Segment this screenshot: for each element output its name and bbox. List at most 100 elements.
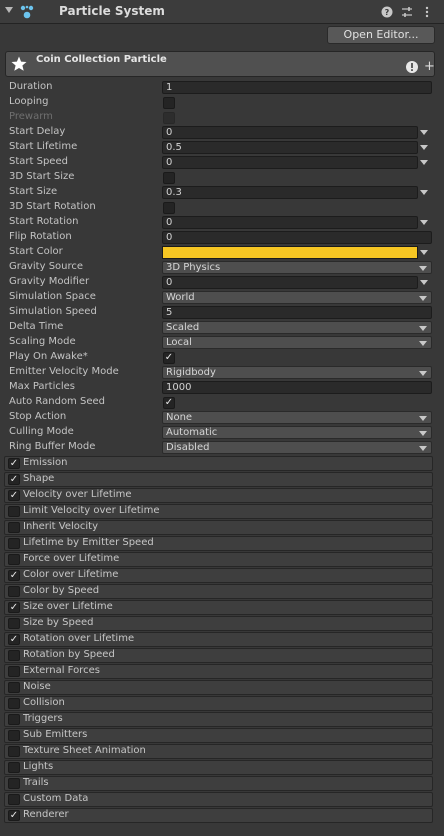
particle-system-header[interactable]: Coin Collection Particle + xyxy=(5,51,435,77)
module-header[interactable]: Texture Sheet Animation xyxy=(4,744,433,759)
curve-mode-dropdown-icon[interactable] xyxy=(420,160,428,165)
module-enabled-checkbox[interactable] xyxy=(8,618,20,629)
foldout-arrow-icon[interactable] xyxy=(5,7,13,13)
play-on-awake-checkbox[interactable]: ✓ xyxy=(163,352,175,364)
module-header[interactable]: Custom Data xyxy=(4,792,433,807)
module-header[interactable]: Collision xyxy=(4,696,433,711)
module-header[interactable]: ✓ Velocity over Lifetime xyxy=(4,488,433,503)
module-header[interactable]: ✓ Emission xyxy=(4,456,433,471)
property-3d-start-rotation: 3D Start Rotation xyxy=(0,200,444,215)
module-enabled-checkbox[interactable] xyxy=(8,698,20,709)
3d-start-size-checkbox[interactable] xyxy=(163,172,175,184)
auto-random-seed-checkbox[interactable]: ✓ xyxy=(163,397,175,409)
module-enabled-checkbox[interactable] xyxy=(8,650,20,661)
module-enabled-checkbox[interactable]: ✓ xyxy=(8,602,20,613)
module-enabled-checkbox[interactable] xyxy=(8,794,20,805)
module-header[interactable]: Limit Velocity over Lifetime xyxy=(4,504,433,519)
start-speed-field[interactable]: 0 xyxy=(162,156,418,169)
module-enabled-checkbox[interactable] xyxy=(8,682,20,693)
duration-field[interactable]: 1 xyxy=(162,81,432,94)
module-header[interactable]: Noise xyxy=(4,680,433,695)
chevron-down-icon xyxy=(419,371,427,376)
gravity-modifier-field[interactable]: 0 xyxy=(162,276,418,289)
module-header[interactable]: Size by Speed xyxy=(4,616,433,631)
module-header[interactable]: Trails xyxy=(4,776,433,791)
module-header[interactable]: Inherit Velocity xyxy=(4,520,433,535)
start-rotation-field[interactable]: 0 xyxy=(162,216,418,229)
start-lifetime-field[interactable]: 0.5 xyxy=(162,141,418,154)
module-header[interactable]: Lifetime by Emitter Speed xyxy=(4,536,433,551)
gravity-source-dropdown[interactable]: 3D Physics xyxy=(162,261,432,274)
module-enabled-checkbox[interactable] xyxy=(8,506,20,517)
max-particles-field[interactable]: 1000 xyxy=(162,381,432,394)
sliders-icon[interactable] xyxy=(400,5,414,19)
property-prewarm: Prewarm xyxy=(0,110,444,125)
module-enabled-checkbox[interactable] xyxy=(8,522,20,533)
module-header[interactable]: Force over Lifetime xyxy=(4,552,433,567)
chevron-down-icon xyxy=(419,431,427,436)
module-enabled-checkbox[interactable] xyxy=(8,538,20,549)
curve-mode-dropdown-icon[interactable] xyxy=(420,220,428,225)
module-header[interactable]: Rotation by Speed xyxy=(4,648,433,663)
module-header[interactable]: Triggers xyxy=(4,712,433,727)
module-enabled-checkbox[interactable] xyxy=(8,746,20,757)
module-enabled-checkbox[interactable]: ✓ xyxy=(8,634,20,645)
color-mode-dropdown-icon[interactable] xyxy=(420,250,428,255)
flip-rotation-field[interactable]: 0 xyxy=(162,231,432,244)
culling-mode-dropdown[interactable]: Automatic xyxy=(162,426,432,439)
open-editor-button[interactable]: Open Editor... xyxy=(327,26,435,44)
add-module-button[interactable]: + xyxy=(424,60,435,74)
component-header: Particle System ? xyxy=(0,0,444,24)
delta-time-dropdown[interactable]: Scaled xyxy=(162,321,432,334)
property-start-size: Start Size 0.3 xyxy=(0,185,444,200)
module-enabled-checkbox[interactable]: ✓ xyxy=(8,474,20,485)
chevron-down-icon xyxy=(419,416,427,421)
module-header[interactable]: Lights xyxy=(4,760,433,775)
alert-icon[interactable] xyxy=(405,60,419,74)
kebab-icon[interactable] xyxy=(420,5,434,19)
module-enabled-checkbox[interactable] xyxy=(8,554,20,565)
curve-mode-dropdown-icon[interactable] xyxy=(420,130,428,135)
module-enabled-checkbox[interactable] xyxy=(8,714,20,725)
curve-mode-dropdown-icon[interactable] xyxy=(420,145,428,150)
chevron-down-icon xyxy=(419,266,427,271)
scaling-mode-dropdown[interactable]: Local xyxy=(162,336,432,349)
looping-checkbox[interactable] xyxy=(163,97,175,109)
chevron-down-icon xyxy=(419,296,427,301)
module-header[interactable]: Sub Emitters xyxy=(4,728,433,743)
curve-mode-dropdown-icon[interactable] xyxy=(420,280,428,285)
module-header[interactable]: ✓ Size over Lifetime xyxy=(4,600,433,615)
3d-start-rotation-checkbox[interactable] xyxy=(163,202,175,214)
module-header[interactable]: External Forces xyxy=(4,664,433,679)
module-enabled-checkbox[interactable]: ✓ xyxy=(8,490,20,501)
ring-buffer-mode-dropdown[interactable]: Disabled xyxy=(162,441,432,454)
property-scaling-mode: Scaling Mode Local xyxy=(0,335,444,350)
particle-system-name: Coin Collection Particle xyxy=(36,54,167,65)
module-enabled-checkbox[interactable]: ✓ xyxy=(8,570,20,581)
stop-action-dropdown[interactable]: None xyxy=(162,411,432,424)
start-color-swatch[interactable] xyxy=(162,246,418,259)
module-header[interactable]: ✓ Color over Lifetime xyxy=(4,568,433,583)
simulation-space-dropdown[interactable]: World xyxy=(162,291,432,304)
module-header[interactable]: ✓ Shape xyxy=(4,472,433,487)
property-emitter-velocity-mode: Emitter Velocity Mode Rigidbody xyxy=(0,365,444,380)
simulation-speed-field[interactable]: 5 xyxy=(162,306,432,319)
start-delay-field[interactable]: 0 xyxy=(162,126,418,139)
module-enabled-checkbox[interactable] xyxy=(8,666,20,677)
property-start-color: Start Color xyxy=(0,245,444,260)
module-enabled-checkbox[interactable] xyxy=(8,730,20,741)
module-enabled-checkbox[interactable]: ✓ xyxy=(8,458,20,469)
module-header[interactable]: ✓ Rotation over Lifetime xyxy=(4,632,433,647)
curve-mode-dropdown-icon[interactable] xyxy=(420,190,428,195)
help-icon[interactable]: ? xyxy=(380,5,394,19)
component-title: Particle System xyxy=(59,4,165,18)
module-enabled-checkbox[interactable] xyxy=(8,778,20,789)
property-max-particles: Max Particles 1000 xyxy=(0,380,444,395)
module-header[interactable]: ✓ Renderer xyxy=(4,808,433,823)
start-size-field[interactable]: 0.3 xyxy=(162,186,418,199)
module-enabled-checkbox[interactable] xyxy=(8,762,20,773)
emitter-velocity-mode-dropdown[interactable]: Rigidbody xyxy=(162,366,432,379)
module-enabled-checkbox[interactable] xyxy=(8,586,20,597)
module-enabled-checkbox[interactable]: ✓ xyxy=(8,810,20,821)
module-header[interactable]: Color by Speed xyxy=(4,584,433,599)
